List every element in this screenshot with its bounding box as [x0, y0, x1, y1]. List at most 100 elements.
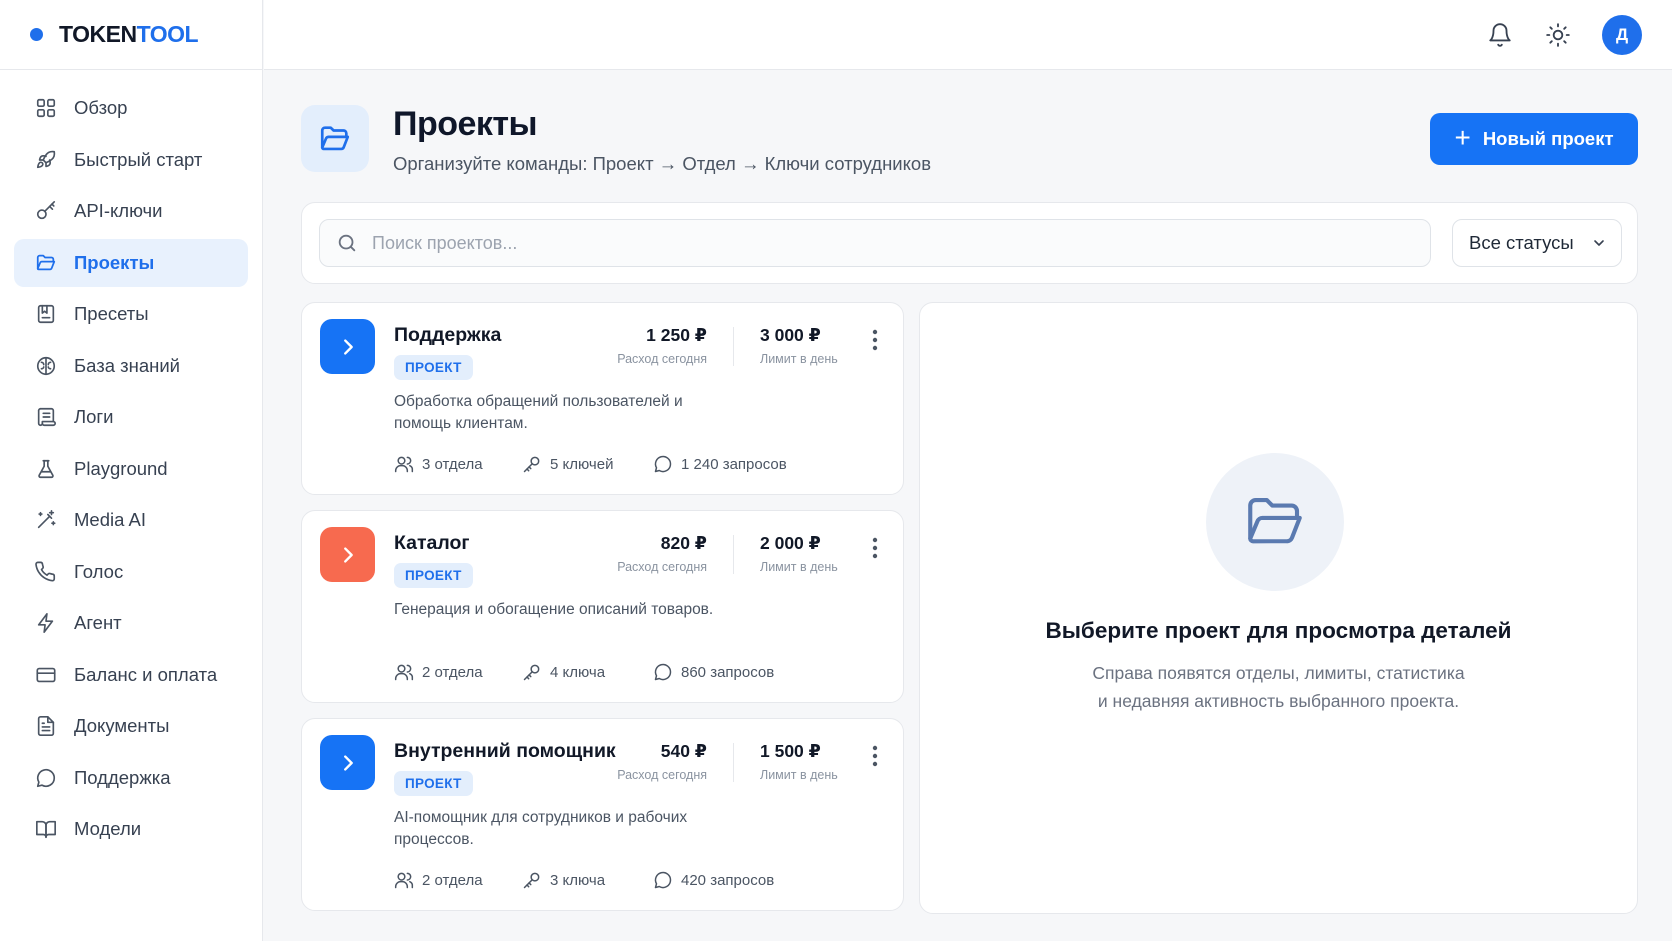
sidebar-item-documents[interactable]: Документы [14, 702, 248, 750]
grid-icon [34, 96, 58, 120]
sidebar-item-label: Поддержка [74, 766, 171, 788]
more-vertical-icon[interactable] [867, 535, 883, 561]
project-badge: ПРОЕКТ [394, 563, 473, 588]
project-open-button[interactable] [320, 735, 375, 790]
topbar: Д [264, 0, 1672, 70]
keys-count: 4 ключа [550, 663, 606, 681]
stat-requests: 420 запросов [653, 870, 774, 890]
sidebar-item-billing[interactable]: Баланс и оплата [14, 651, 248, 699]
sidebar-item-overview[interactable]: Обзор [14, 84, 248, 132]
sidebar-item-quick-start[interactable]: Быстрый старт [14, 136, 248, 184]
logs-icon [34, 405, 58, 429]
sidebar-item-label: Баланс и оплата [74, 663, 218, 685]
magic-wand-icon [34, 508, 58, 532]
empty-state-text: Справа появятся отделы, лимиты, статисти… [920, 659, 1637, 715]
bell-icon[interactable] [1485, 20, 1515, 50]
more-vertical-icon[interactable] [867, 743, 883, 769]
users-icon [394, 662, 414, 682]
project-card[interactable]: Внутренний помощник ПРОЕКТ AI-помощник д… [301, 718, 904, 911]
stat-requests: 1 240 запросов [653, 454, 787, 474]
credit-card-icon [34, 663, 58, 687]
project-badge: ПРОЕКТ [394, 355, 473, 380]
sidebar-item-support[interactable]: Поддержка [14, 754, 248, 802]
chevron-right-icon [337, 544, 359, 566]
spend-value: 1 250 ₽ [646, 325, 707, 345]
sidebar-item-label: Документы [74, 715, 170, 736]
empty-state-title: Выберите проект для просмотра деталей [1045, 618, 1512, 643]
limit-value: 2 000 ₽ [760, 533, 821, 553]
empty-state-line: и недавняя активность выбранного проекта… [1097, 691, 1460, 711]
spend-label: Расход сегодня [617, 768, 707, 782]
keys-count: 5 ключей [550, 455, 614, 473]
spend-value: 820 ₽ [660, 533, 707, 553]
empty-state-line: Справа появятся отделы, лимиты, статисти… [1092, 663, 1465, 683]
brain-icon [34, 354, 58, 378]
document-icon [34, 714, 58, 738]
sidebar-item-label: API-ключи [74, 200, 163, 221]
sidebar-item-knowledge-base[interactable]: База знаний [14, 342, 248, 390]
sidebar-item-label: Пресеты [74, 303, 149, 324]
stat-keys: 5 ключей [522, 454, 653, 474]
page-title: Проекты [393, 105, 538, 143]
avatar[interactable]: Д [1602, 15, 1642, 55]
limit-value: 3 000 ₽ [760, 325, 821, 345]
project-open-button[interactable] [320, 319, 375, 374]
sidebar-item-label: Агент [74, 612, 122, 633]
project-name: Поддержка [394, 324, 502, 346]
chat-bubble-icon [34, 766, 58, 790]
sidebar-item-voice[interactable]: Голос [14, 548, 248, 596]
sidebar-item-logs[interactable]: Логи [14, 393, 248, 441]
sidebar-item-label: Модели [74, 818, 142, 839]
project-card[interactable]: Каталог ПРОЕКТ Генерация и обогащение оп… [301, 510, 904, 703]
lightning-icon [34, 611, 58, 635]
sidebar-item-media-ai[interactable]: Media AI [14, 496, 248, 544]
daily-limit: 3 000 ₽ Лимит в день [760, 325, 838, 366]
sidebar-item-projects[interactable]: Проекты [14, 238, 248, 287]
spend-value: 540 ₽ [660, 741, 707, 761]
project-description: AI-помощник для сотрудников и рабочих пр… [394, 809, 688, 848]
new-project-button[interactable]: + Новый проект [1430, 113, 1638, 165]
empty-state-folder-icon [1206, 453, 1344, 591]
stat-keys: 3 ключа [522, 870, 653, 890]
search-input[interactable] [372, 232, 1430, 254]
theme-sun-icon[interactable] [1543, 20, 1573, 50]
sidebar-item-label: Media AI [74, 509, 146, 530]
spend-today: 540 ₽ Расход сегодня [617, 741, 707, 782]
project-stats: 2 отдела 3 ключа 420 запросов [394, 870, 774, 890]
status-filter-select[interactable]: Все статусы [1452, 219, 1622, 267]
brand-logo[interactable]: TOKENTOOL [0, 0, 262, 70]
sidebar-item-api-keys[interactable]: API-ключи [14, 187, 248, 235]
sidebar-item-label: База знаний [74, 354, 181, 376]
departments-count: 2 отдела [422, 663, 483, 681]
stat-departments: 3 отдела [394, 454, 522, 474]
project-description: Обработка обращений пользователей и помо… [394, 393, 683, 432]
sidebar-item-label: Обзор [74, 97, 128, 118]
project-open-button[interactable] [320, 527, 375, 582]
requests-count: 420 запросов [681, 871, 775, 889]
sidebar-nav: Обзор Быстрый старт API-ключи Проекты Пр… [0, 70, 262, 853]
stat-departments: 2 отдела [394, 662, 522, 682]
users-icon [394, 870, 414, 890]
rocket-icon [34, 148, 58, 172]
project-card[interactable]: Поддержка ПРОЕКТ Обработка обращений пол… [301, 302, 904, 495]
project-name: Внутренний помощник [394, 740, 616, 762]
chat-bubble-icon [653, 454, 673, 474]
filter-bar: Все статусы [301, 202, 1638, 284]
sidebar-item-playground[interactable]: Playground [14, 445, 248, 493]
plus-icon: + [1454, 121, 1471, 153]
stat-requests: 860 запросов [653, 662, 774, 682]
chat-bubble-icon [653, 662, 673, 682]
search-icon [336, 232, 358, 254]
more-vertical-icon[interactable] [867, 327, 883, 353]
keys-count: 3 ключа [550, 871, 606, 889]
new-project-label: Новый проект [1482, 128, 1614, 149]
limit-label: Лимит в день [760, 352, 838, 366]
sidebar-item-models[interactable]: Модели [14, 805, 248, 853]
spend-label: Расход сегодня [617, 560, 707, 574]
chevron-down-icon [1591, 235, 1607, 251]
sidebar-item-agent[interactable]: Агент [14, 599, 248, 647]
requests-count: 1 240 запросов [681, 455, 787, 473]
spend-label: Расход сегодня [617, 352, 707, 366]
sidebar-item-presets[interactable]: Пресеты [14, 290, 248, 338]
sidebar-item-label: Логи [74, 406, 114, 427]
